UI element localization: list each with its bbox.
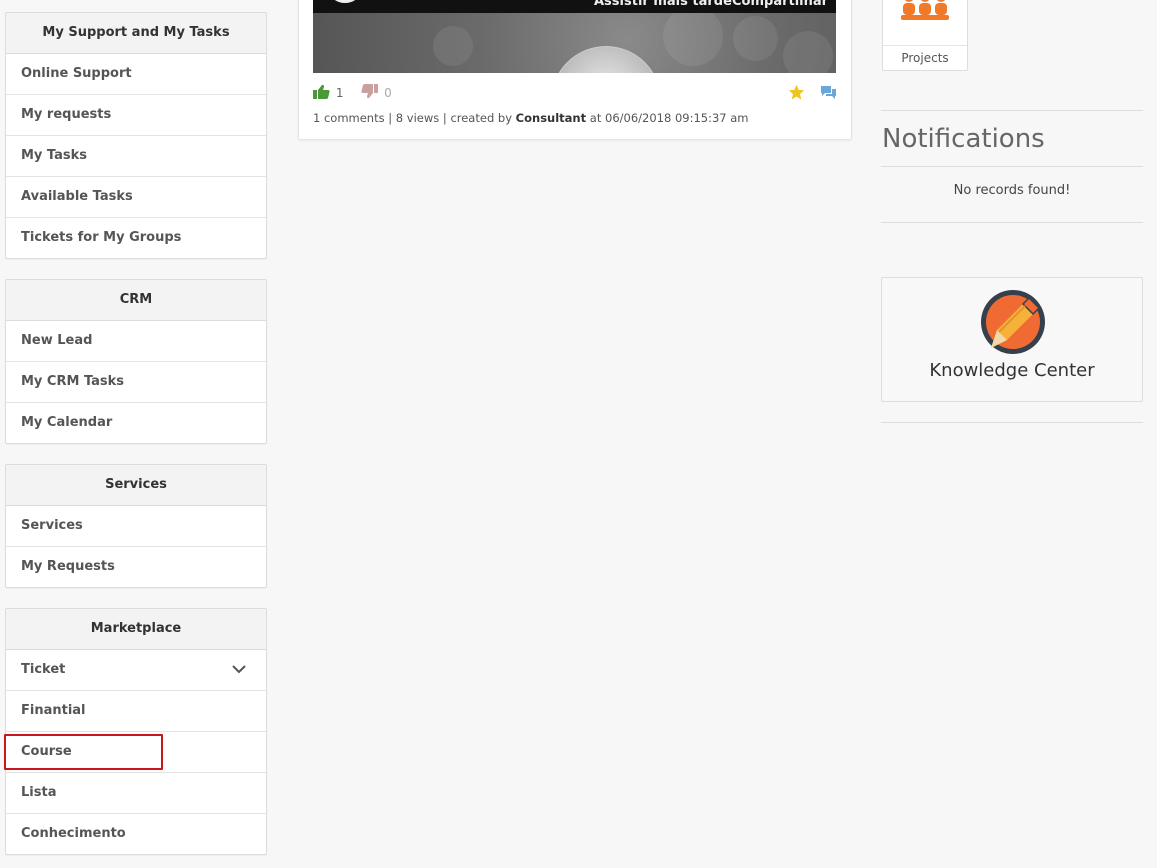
chevron-down-icon[interactable] (232, 664, 246, 674)
sidebar-item-online-support[interactable]: Online Support (6, 54, 266, 95)
divider (881, 422, 1143, 423)
author-name: Consultant (515, 111, 587, 125)
sidebar-item-my-requests-services[interactable]: My Requests (6, 547, 266, 587)
sidebar-item-tickets-for-my-groups[interactable]: Tickets for My Groups (6, 218, 266, 258)
video-bokeh (733, 16, 778, 61)
sidebar-item-my-requests[interactable]: My requests (6, 95, 266, 136)
sidebar-item-my-crm-tasks[interactable]: My CRM Tasks (6, 362, 266, 403)
sidebar-item-my-tasks[interactable]: My Tasks (6, 136, 266, 177)
meta-separator: | (388, 111, 396, 125)
divider (881, 222, 1143, 223)
channel-avatar-icon (331, 0, 359, 3)
panel-title: My Support and My Tasks (6, 13, 266, 54)
knowledge-center-pencil-icon (981, 290, 1045, 354)
video-post-card: Assistir mais tarde Compartilhar 1 0 1 c… (298, 0, 852, 140)
projects-team-icon (901, 0, 949, 20)
star-icon[interactable] (788, 84, 805, 100)
sidebar-item-label: Ticket (21, 662, 66, 677)
vote-row: 1 0 (313, 84, 406, 100)
highlight-annotation-box (4, 734, 163, 770)
sidebar-item-services[interactable]: Services (6, 506, 266, 547)
panel-marketplace: Marketplace Ticket Finantial Course List… (5, 608, 267, 855)
comments-icon[interactable] (820, 85, 837, 100)
sidebar-item-new-lead[interactable]: New Lead (6, 321, 266, 362)
sidebar-item-available-tasks[interactable]: Available Tasks (6, 177, 266, 218)
sidebar-item-my-calendar[interactable]: My Calendar (6, 403, 266, 443)
video-thumbnail-sphere (551, 46, 661, 73)
watch-later-button[interactable]: Assistir mais tarde (594, 0, 732, 9)
video-bokeh (433, 26, 473, 66)
notifications-empty-message: No records found! (953, 183, 1071, 198)
panel-title: Marketplace (6, 609, 266, 650)
panel-my-support: My Support and My Tasks Online Support M… (5, 12, 267, 259)
knowledge-center-label: Knowledge Center (929, 360, 1095, 381)
comments-link[interactable]: 1 comments (313, 111, 385, 125)
sidebar-item-lista[interactable]: Lista (6, 773, 266, 814)
video-bokeh (663, 6, 723, 66)
video-bokeh (783, 31, 833, 73)
created-by-label: created by (450, 111, 513, 125)
thumbs-up-icon[interactable] (313, 84, 330, 99)
panel-title: CRM (6, 280, 266, 321)
panel-crm: CRM New Lead My CRM Tasks My Calendar (5, 279, 267, 444)
video-overlay-bar: Assistir mais tarde Compartilhar (313, 0, 836, 13)
divider (881, 110, 1143, 111)
sidebar-item-finantial[interactable]: Finantial (6, 691, 266, 732)
projects-tile[interactable]: Projects (882, 0, 968, 71)
sidebar-item-conhecimento[interactable]: Conhecimento (6, 814, 266, 854)
sidebar-item-ticket[interactable]: Ticket (6, 650, 266, 691)
post-actions (788, 84, 837, 104)
share-button[interactable]: Compartilhar (732, 0, 828, 9)
dislike-count: 0 (384, 86, 392, 100)
knowledge-center-card[interactable]: Knowledge Center (881, 277, 1143, 402)
divider (881, 166, 1143, 167)
panel-services: Services Services My Requests (5, 464, 267, 588)
notifications-heading: Notifications (882, 124, 1045, 154)
panel-title: Services (6, 465, 266, 506)
projects-tile-label: Projects (883, 45, 967, 70)
post-timestamp: 06/06/2018 09:15:37 am (605, 111, 749, 125)
thumbs-down-icon[interactable] (361, 84, 379, 99)
post-meta: 1 comments | 8 views | created by Consul… (313, 111, 749, 125)
like-count: 1 (335, 86, 344, 100)
video-player[interactable]: Assistir mais tarde Compartilhar (313, 0, 836, 73)
views-count: 8 views (395, 111, 440, 125)
at-label: at (589, 111, 602, 125)
